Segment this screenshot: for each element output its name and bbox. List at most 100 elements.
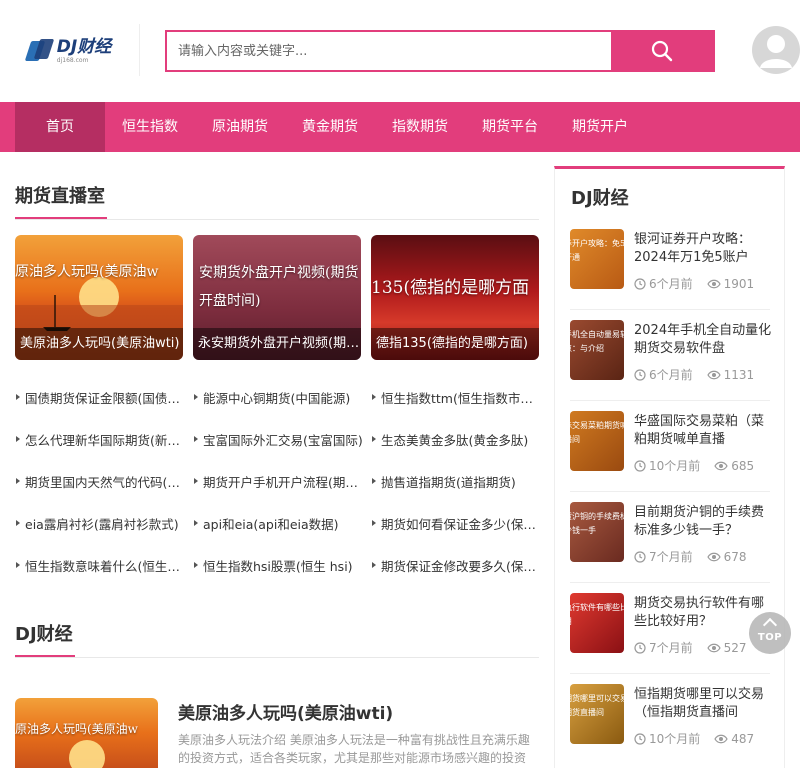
card-image-text: 原油多人玩吗(美原油w xyxy=(15,264,159,280)
article-views: 678 xyxy=(723,549,747,564)
article-time: 6个月前 xyxy=(649,277,693,291)
featured-description: 美原油多人玩法介绍 美原油多人玩法是一种富有挑战性且充满乐趣的投资方式，适合各类… xyxy=(178,733,530,765)
eye-icon xyxy=(706,552,721,561)
article-link[interactable]: 恒生指数ttm(恒生指数市盈率) xyxy=(371,388,541,407)
article-meta: 10个月前 685 xyxy=(634,457,754,474)
eye-icon xyxy=(714,734,728,743)
live-card[interactable]: 原油多人玩吗(美原油w 美原油多人玩吗(美原油wti) xyxy=(15,235,183,360)
card-image-text: 安期货外盘开户视频(期货开盘时间) xyxy=(199,265,359,309)
live-card[interactable]: 安期货外盘开户视频(期货开盘时间) 永安期货外盘开户视频(期货开盘时间) xyxy=(193,235,361,360)
clock-icon xyxy=(634,277,646,290)
thumbnail-text: 际交易菜粕期货喊单直播间 xyxy=(570,421,624,444)
thumbnail-text: 手机全自动量易软件盘点：与介绍 xyxy=(570,330,624,353)
article-views: 1901 xyxy=(723,276,755,291)
nav-item-index-futures[interactable]: 指数期货 xyxy=(375,102,465,152)
article-title[interactable]: 2024年手机全自动量化期货交易软件盘 xyxy=(634,322,772,358)
featured-image-text: 原油多人玩吗(美原油w xyxy=(15,722,138,736)
article-link[interactable]: eia露肩衬衫(露肩衬衫款式) xyxy=(15,514,185,533)
nav-item-hang-seng[interactable]: 恒生指数 xyxy=(105,102,195,152)
card-caption[interactable]: 永安期货外盘开户视频(期货开盘时间) xyxy=(193,328,361,360)
site-logo[interactable]: DJ财经 dj168.com xyxy=(0,24,140,76)
back-to-top-button[interactable]: TOP xyxy=(749,612,791,654)
eye-icon xyxy=(706,279,721,288)
clock-icon xyxy=(634,550,646,563)
nav-item-platform[interactable]: 期货平台 xyxy=(465,102,555,152)
article-link[interactable]: 生态美黄金多肽(黄金多肽) xyxy=(371,430,541,449)
card-caption[interactable]: 德指135(德指的是哪方面) xyxy=(371,328,539,360)
article-views: 1131 xyxy=(723,367,755,382)
article-title[interactable]: 银河证券开户攻略：2024年万1免5账户 xyxy=(634,231,772,267)
eye-icon xyxy=(714,461,728,470)
search-input[interactable] xyxy=(167,32,615,70)
sidebar-title: DJ财经 xyxy=(571,188,629,209)
site-header: DJ财经 dj168.com xyxy=(0,0,800,102)
sidebar: DJ财经 券开户攻略：免5账户开通 银河证券开户攻略：2024年万1免5账户 6… xyxy=(554,166,785,768)
article-meta: 7个月前 527 xyxy=(634,639,747,656)
article-thumbnail: 手机全自动量易软件盘点：与介绍 xyxy=(570,320,624,380)
article-link[interactable]: 恒生指数hsi股票(恒生 hsi) xyxy=(193,556,363,575)
article-views: 487 xyxy=(731,731,755,746)
search-button[interactable] xyxy=(611,30,713,72)
article-views: 527 xyxy=(723,640,747,655)
article-time: 7个月前 xyxy=(649,550,693,564)
main-nav: 首页 恒生指数 原油期货 黄金期货 指数期货 期货平台 期货开户 xyxy=(0,102,800,152)
article-link[interactable]: api和eia(api和eia数据) xyxy=(193,514,363,533)
thumbnail-text: 期货哪里可以交易恒指期货直播间 xyxy=(570,694,624,717)
thumbnail-text: 货沪铜的手续费标准多少钱一手 xyxy=(570,512,624,535)
article-time: 6个月前 xyxy=(649,368,693,382)
thumbnail-text: 执行软件有哪些比较好用 xyxy=(570,603,624,626)
article-time: 10个月前 xyxy=(649,732,701,746)
article-meta: 10个月前 487 xyxy=(634,730,754,747)
thumbnail-text: 券开户攻略：免5账户开通 xyxy=(570,239,624,262)
article-thumbnail: 期货哪里可以交易恒指期货直播间 xyxy=(570,684,624,744)
live-card[interactable]: 135(德指的是哪方面 德指135(德指的是哪方面) xyxy=(371,235,539,360)
article-meta: 6个月前 1131 xyxy=(634,366,754,383)
article-link[interactable]: 能源中心铜期货(中国能源) xyxy=(193,388,363,407)
eye-icon xyxy=(706,370,721,379)
sidebar-article[interactable]: 券开户攻略：免5账户开通 银河证券开户攻略：2024年万1免5账户 6个月前 1… xyxy=(570,219,770,310)
article-title[interactable]: 目前期货沪铜的手续费标准多少钱一手？ xyxy=(634,504,772,540)
article-link[interactable]: 期货保证金修改要多久(保证金) xyxy=(371,556,541,575)
clock-icon xyxy=(634,368,646,381)
clock-icon xyxy=(634,732,646,745)
article-meta: 6个月前 1901 xyxy=(634,275,754,292)
sidebar-article[interactable]: 期货哪里可以交易恒指期货直播间 恒指期货哪里可以交易（恒指期货直播间 10个月前… xyxy=(570,674,770,765)
sidebar-article[interactable]: 执行软件有哪些比较好用 期货交易执行软件有哪些比较好用？ 7个月前 527 xyxy=(570,583,770,674)
clock-icon xyxy=(634,641,646,654)
featured-image[interactable]: 原油多人玩吗(美原油w xyxy=(15,698,158,768)
section-title-dj: DJ财经 xyxy=(15,624,73,645)
article-link[interactable]: 期货如何看保证金多少(保证金) xyxy=(371,514,541,533)
user-icon xyxy=(760,35,792,68)
article-link[interactable]: 期货开户手机开户流程(期货开户) xyxy=(193,472,363,491)
article-link[interactable]: 宝富国际外汇交易(宝富国际) xyxy=(193,430,363,449)
sidebar-article[interactable]: 货沪铜的手续费标准多少钱一手 目前期货沪铜的手续费标准多少钱一手？ 7个月前 6… xyxy=(570,492,770,583)
article-title[interactable]: 华盛国际交易菜粕（菜粕期货喊单直播 xyxy=(634,413,772,449)
article-time: 7个月前 xyxy=(649,641,693,655)
featured-title[interactable]: 美原油多人玩吗(美原油wti) xyxy=(178,699,393,724)
article-link[interactable]: 恒生指数意味着什么(恒生指数) xyxy=(15,556,185,575)
card-caption[interactable]: 美原油多人玩吗(美原油wti) xyxy=(15,328,183,360)
search-icon xyxy=(651,40,673,62)
section-divider xyxy=(15,657,539,658)
article-thumbnail: 执行软件有哪些比较好用 xyxy=(570,593,624,653)
article-link[interactable]: 期货里国内天然气的代码(天然气) xyxy=(15,472,185,491)
article-link[interactable]: 国债期货保证金限额(国债期货保证金) xyxy=(15,388,185,407)
article-meta: 7个月前 678 xyxy=(634,548,747,565)
article-time: 10个月前 xyxy=(649,459,701,473)
sidebar-article[interactable]: 际交易菜粕期货喊单直播间 华盛国际交易菜粕（菜粕期货喊单直播 10个月前 685 xyxy=(570,401,770,492)
eye-icon xyxy=(706,643,721,652)
clock-icon xyxy=(634,459,646,472)
nav-item-crude-oil[interactable]: 原油期货 xyxy=(195,102,285,152)
user-avatar[interactable] xyxy=(752,26,800,74)
article-title[interactable]: 恒指期货哪里可以交易（恒指期货直播间 xyxy=(634,686,772,722)
arrow-up-icon xyxy=(762,617,778,633)
search-box xyxy=(165,30,715,72)
article-link[interactable]: 抛售道指期货(道指期货) xyxy=(371,472,541,491)
back-to-top-label: TOP xyxy=(757,632,783,643)
section-divider xyxy=(15,219,539,220)
article-link[interactable]: 怎么代理新华国际期货(新华国际) xyxy=(15,430,185,449)
sidebar-article[interactable]: 手机全自动量易软件盘点：与介绍 2024年手机全自动量化期货交易软件盘 6个月前… xyxy=(570,310,772,401)
nav-item-home[interactable]: 首页 xyxy=(15,102,105,152)
nav-item-gold[interactable]: 黄金期货 xyxy=(285,102,375,152)
nav-item-open-account[interactable]: 期货开户 xyxy=(555,102,645,152)
